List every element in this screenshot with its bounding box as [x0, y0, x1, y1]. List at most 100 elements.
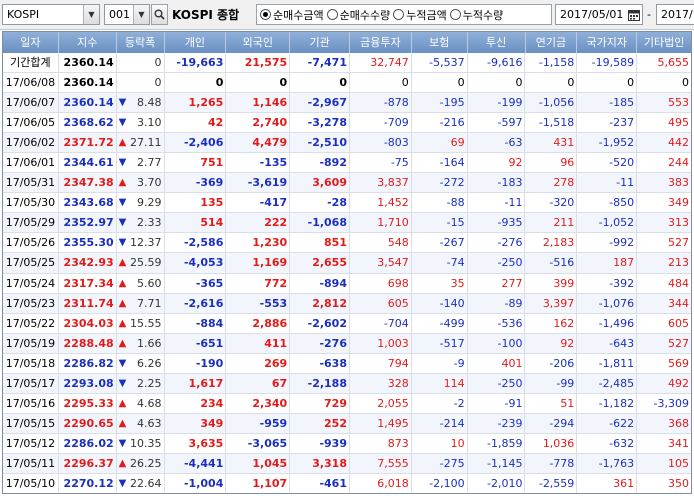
- index-cell: 2290.65: [59, 413, 117, 433]
- pension-fund-cell: 96: [525, 153, 578, 173]
- date-cell: 17/05/10: [3, 473, 59, 493]
- column-header[interactable]: 보험: [412, 32, 468, 53]
- individual-cell: -4,053: [165, 253, 227, 273]
- government-cell: -1,182: [577, 393, 638, 413]
- radio-net-buy-quantity[interactable]: 순매수수량: [326, 7, 390, 23]
- column-header[interactable]: 기관: [290, 32, 350, 53]
- table-row[interactable]: 17/05/11 2296.37 ▲ 26.25 -4,441 1,045 3,318 7,5…: [3, 453, 691, 474]
- radio-button-icon[interactable]: [393, 9, 405, 20]
- change-cell: ▲ 4.63: [117, 413, 165, 433]
- table-row[interactable]: 17/05/31 2347.38 ▲ 3.70 -369 -3,619 3,609 3,837…: [3, 173, 691, 194]
- change-value: 3.70: [137, 176, 162, 190]
- other-corporation-cell: 5,655: [657, 56, 689, 69]
- foreign-cell: 1,169: [226, 253, 291, 273]
- insurance-cell: -195: [412, 93, 468, 113]
- investment-trust-cell: -1,859: [468, 433, 526, 453]
- calendar-icon[interactable]: [626, 5, 642, 24]
- column-header[interactable]: 기타법인: [637, 32, 691, 53]
- institution-cell: -276: [290, 333, 350, 353]
- summary-row[interactable]: 기간합계 2360.14 0 -19,663 21,575 -7,471 32,747 -5,…: [3, 53, 691, 74]
- other-corporation-cell: 213: [667, 256, 689, 270]
- column-header[interactable]: 지수: [59, 32, 117, 53]
- index-cell: 2304.03: [59, 313, 117, 333]
- financial-investment-cell: 794: [350, 353, 412, 373]
- start-date-input[interactable]: 2017/05/01: [555, 4, 643, 25]
- table-row[interactable]: 17/05/25 2342.93 ▲ 25.59 -4,053 1,169 2,655 3,5…: [3, 253, 691, 274]
- other-corporation-cell: 383: [667, 176, 689, 190]
- radio-button-icon[interactable]: [260, 9, 271, 20]
- pension-fund-cell: -1,518: [525, 113, 578, 133]
- investment-trust-cell: -183: [468, 173, 526, 193]
- table-row[interactable]: 17/05/18 2286.82 ▼ 6.26 -190 269 -638 794 -9 401-…: [3, 353, 691, 374]
- individual-cell: -4,441: [165, 453, 227, 473]
- column-header[interactable]: 연기금: [526, 32, 578, 53]
- foreign-cell: 2,886: [226, 313, 291, 333]
- table-row[interactable]: 17/05/12 2286.02 ▼ 10.35 3,635 -3,065 -939 873 1…: [3, 433, 691, 454]
- date-cell: 17/05/26: [3, 233, 59, 253]
- other-corporation-cell: 0: [681, 76, 689, 90]
- pension-fund-cell: -294: [525, 413, 578, 433]
- institution-cell: 3,609: [290, 173, 350, 193]
- end-date-input[interactable]: 2017/: [656, 4, 694, 25]
- institution-cell: -2,602: [290, 313, 350, 333]
- table-row[interactable]: 17/06/02 2371.72 ▲ 27.11 -2,406 4,479 -2,510 -8…: [3, 133, 691, 154]
- column-header[interactable]: 외국인: [226, 32, 291, 53]
- search-button[interactable]: [151, 4, 168, 25]
- radio-button-icon[interactable]: [449, 9, 461, 20]
- column-header[interactable]: 금융투자: [350, 32, 412, 53]
- table-row[interactable]: 17/06/07 2360.14 ▼ 8.48 1,265 1,146 -2,967 -878…: [3, 93, 691, 114]
- date-cell: 17/05/31: [3, 173, 59, 193]
- market-select[interactable]: KOSPI ▼: [2, 4, 100, 25]
- pension-fund-cell: 2,183: [525, 233, 578, 253]
- table-row[interactable]: 17/06/08 2360.14 0 0 0 0 0 0 0 0 0 0: [3, 73, 691, 94]
- table-row[interactable]: 17/05/29 2352.97 ▼ 2.33 514 222 -1,068 1,710 -15…: [3, 213, 691, 234]
- column-header[interactable]: 투신: [468, 32, 526, 53]
- table-row[interactable]: 17/05/16 2295.33 ▲ 4.68 234 2,340 729 2,055 -2 -9…: [3, 393, 691, 414]
- radio-cumulative-amount[interactable]: 누적금액: [393, 7, 447, 23]
- insurance-cell: -499: [412, 313, 468, 333]
- change-cell: ▲ 4.68: [117, 393, 165, 413]
- financial-investment-cell: 0: [350, 73, 412, 93]
- code-select[interactable]: 001 ▼: [104, 4, 150, 25]
- institution-cell: -2,188: [290, 373, 350, 393]
- radio-button-icon[interactable]: [326, 9, 338, 20]
- financial-investment-cell: 1,003: [350, 333, 412, 353]
- change-cell: ▼ 2.33: [117, 213, 165, 233]
- radio-net-buy-amount[interactable]: 순매수금액: [260, 7, 324, 23]
- change-value: 9.29: [137, 196, 162, 210]
- institution-cell: -939: [290, 433, 350, 453]
- pension-fund-cell: -320: [525, 193, 578, 213]
- radio-cumulative-quantity[interactable]: 누적수량: [449, 7, 503, 23]
- table-row[interactable]: 17/05/26 2355.30 ▼ 12.37 -2,586 1,230 851 548 -2…: [3, 233, 691, 254]
- institution-cell: -2,967: [290, 93, 350, 113]
- table-row[interactable]: 17/05/17 2293.08 ▼ 2.25 1,617 67 -2,188 328 114-…: [3, 373, 691, 394]
- government-cell: 361: [577, 473, 638, 493]
- change-cell: ▼ 2.25: [117, 373, 165, 393]
- table-row[interactable]: 17/05/19 2288.48 ▲ 1.66 -651 411 -276 1,003 -517…: [3, 333, 691, 354]
- other-corporation-cell: 341: [667, 436, 689, 450]
- up-triangle-icon: ▲: [118, 277, 127, 289]
- table-row[interactable]: 17/05/10 2270.12 ▼ 22.64 -1,004 1,107 -461 6,01…: [3, 473, 691, 493]
- investment-trust-cell: -11: [468, 193, 526, 213]
- column-header[interactable]: 등락폭: [117, 32, 165, 53]
- table-row[interactable]: 17/06/01 2344.61 ▼ 2.77 751 -135 -892 -75 -164 92…: [3, 153, 691, 174]
- index-cell: 2371.72: [59, 133, 117, 153]
- table-row[interactable]: 17/05/22 2304.03 ▲ 15.55 -884 2,886 -2,602 -704…: [3, 313, 691, 334]
- table-row[interactable]: 17/05/30 2343.68 ▼ 9.29 135 -417 -28 1,452 -88 -1…: [3, 193, 691, 214]
- column-header[interactable]: 일자: [3, 32, 59, 53]
- government-cell: -850: [577, 193, 638, 213]
- other-corporation-cell: 368: [667, 416, 689, 430]
- chevron-down-icon[interactable]: ▼: [133, 5, 149, 24]
- column-header[interactable]: 개인: [165, 32, 227, 53]
- change-value: 2.77: [137, 156, 162, 170]
- foreign-cell: 269: [226, 353, 291, 373]
- table-row[interactable]: 17/06/05 2368.62 ▼ 3.10 42 2,740 -3,278 -709 -21…: [3, 113, 691, 134]
- change-value: 0: [154, 56, 162, 69]
- other-corporation-cell: 344: [667, 296, 689, 310]
- table-row[interactable]: 17/05/15 2290.65 ▲ 4.63 349 -959 252 1,495 -214-…: [3, 413, 691, 434]
- chevron-down-icon[interactable]: ▼: [83, 5, 99, 24]
- institution-cell: 851: [290, 233, 350, 253]
- table-row[interactable]: 17/05/23 2311.74 ▲ 7.71 -2,616 -553 2,812 605 -1…: [3, 293, 691, 314]
- table-row[interactable]: 17/05/24 2317.34 ▲ 5.60 -365 772 -894 698 35 277 3…: [3, 273, 691, 294]
- column-header[interactable]: 국가지자: [577, 32, 638, 53]
